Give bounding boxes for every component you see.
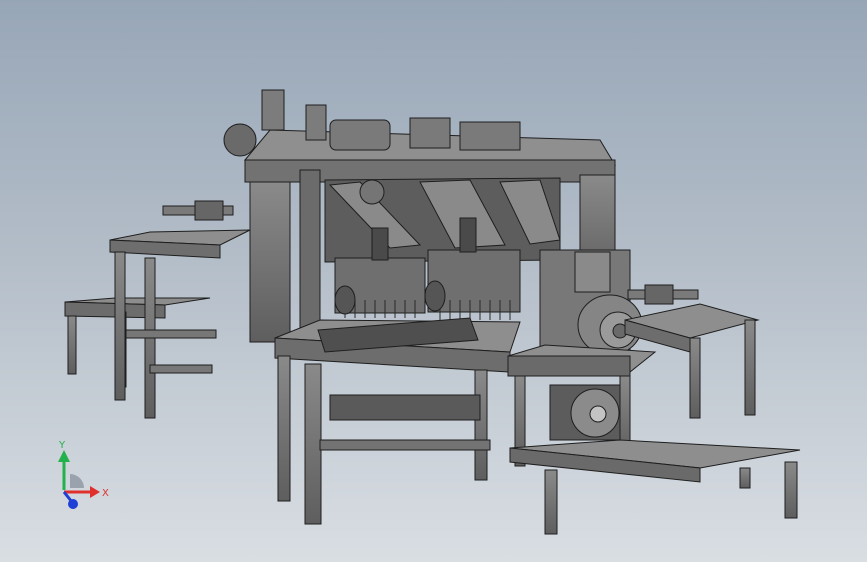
x-axis-label: X: [102, 488, 109, 499]
right-table: [624, 303, 760, 419]
right-cylinder: [627, 284, 699, 305]
left-table: [109, 229, 251, 419]
left-low-platform: [64, 297, 211, 388]
machine-model[interactable]: [0, 0, 867, 562]
y-axis-label: Y: [58, 440, 66, 451]
view-triad[interactable]: Y X: [40, 436, 120, 520]
front-table: [274, 317, 521, 525]
motor-housing: [539, 249, 643, 361]
cad-viewport[interactable]: Y X: [0, 0, 867, 562]
cutter-cavity: [324, 177, 561, 263]
z-axis-arrow: [62, 491, 78, 509]
triad-plane-icon: [70, 474, 84, 488]
right-low-platform: [509, 439, 801, 535]
y-axis-arrow: [58, 450, 70, 490]
left-cylinder: [162, 200, 234, 221]
